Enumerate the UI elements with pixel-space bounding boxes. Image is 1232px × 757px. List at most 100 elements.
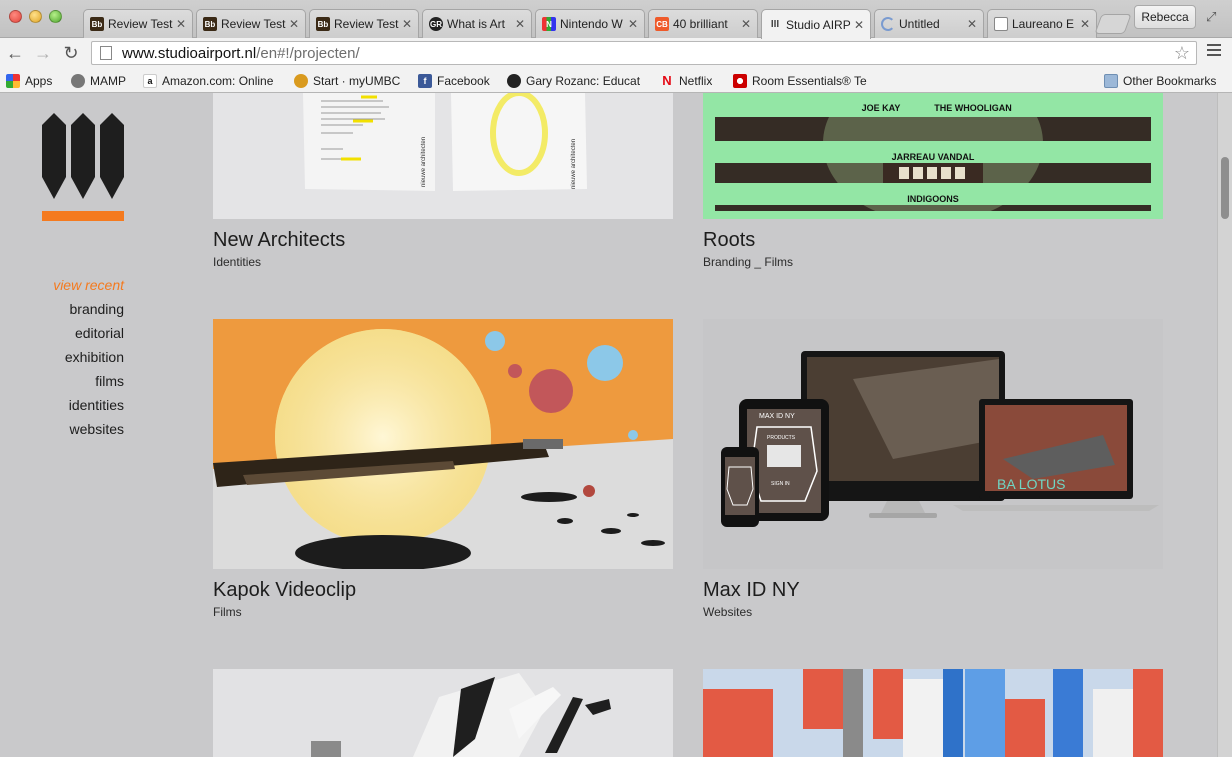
close-tab-icon[interactable]: ✕ (741, 17, 751, 31)
creative-bloq-icon: CB (655, 17, 669, 31)
close-tab-icon[interactable]: ✕ (176, 17, 186, 31)
apps-grid-icon (6, 73, 20, 88)
bookmark-label: Gary Rozanc: Educat (526, 73, 641, 88)
thumbnail-image: BA LOTUS MAX ID NY PRODUCTS SIGN IN (721, 351, 1159, 527)
fullscreen-icon[interactable]: ⤢ (1206, 9, 1216, 25)
project-category: Films (213, 605, 242, 619)
project-thumbnail-max-id-ny[interactable]: BA LOTUS MAX ID NY PRODUCTS SIGN IN (703, 319, 1163, 569)
tab-title: Review Test (221, 17, 286, 31)
close-tab-icon[interactable]: ✕ (854, 18, 864, 32)
window-close-button[interactable] (9, 10, 22, 23)
window-maximize-button[interactable] (49, 10, 62, 23)
tab-title: Laureano E (1012, 17, 1075, 31)
project-title[interactable]: Kapok Videoclip (213, 579, 356, 602)
netflix-icon: N (662, 73, 672, 88)
close-tab-icon[interactable]: ✕ (289, 17, 299, 31)
nav-item-editorial[interactable]: editorial (20, 321, 124, 345)
nintendo-icon: N (542, 17, 556, 31)
blackboard-icon: Bb (90, 17, 104, 31)
bookmark-room-essentials[interactable]: Room Essentials® Te (733, 72, 867, 89)
browser-tab[interactable]: CB 40 brilliant ✕ (648, 9, 758, 38)
project-thumbnail-roots[interactable]: JOE KAY THE WHOOLIGAN JARREAU VANDAL IND… (703, 93, 1163, 219)
studio-airport-logo[interactable] (42, 113, 124, 221)
nav-item-films[interactable]: films (20, 369, 124, 393)
project-title[interactable]: Roots (703, 229, 755, 252)
nav-item-view-recent[interactable]: view recent (20, 273, 124, 297)
tab-title: Nintendo W (560, 17, 623, 31)
close-tab-icon[interactable]: ✕ (967, 17, 977, 31)
bookmark-gary-rozanc[interactable]: Gary Rozanc: Educat (507, 72, 641, 89)
forward-arrow-icon[interactable]: → (32, 42, 54, 64)
project-thumbnail-next-2[interactable] (703, 669, 1163, 757)
close-tab-icon[interactable]: ✕ (1080, 17, 1090, 31)
new-tab-button[interactable] (1094, 14, 1132, 34)
bookmark-mamp[interactable]: MAMP (71, 72, 126, 89)
nav-item-branding[interactable]: branding (20, 297, 125, 321)
products-text: PRODUCTS (767, 435, 796, 441)
browser-tab[interactable]: Bb Review Test ✕ (83, 9, 193, 38)
studio-airport-icon: III (770, 19, 780, 30)
project-thumbnail-new-architects[interactable]: nieuwe architecten nieuwe architecten (213, 93, 673, 219)
roots-line-4: INDIGOONS (907, 194, 959, 204)
nav-item-exhibition[interactable]: exhibition (20, 345, 124, 369)
browser-tab[interactable]: GR What is Art ✕ (422, 9, 532, 38)
paw-icon (294, 73, 308, 88)
bookmark-star-icon[interactable]: ☆ (1174, 43, 1190, 64)
bookmark-myumbc[interactable]: Start · myUMBC (294, 72, 400, 89)
bookmark-amazon[interactable]: a Amazon.com: Online (143, 72, 278, 89)
close-tab-icon[interactable]: ✕ (628, 17, 638, 31)
nav-item-websites[interactable]: websites (20, 417, 124, 441)
vertical-scrollbar[interactable] (1217, 93, 1232, 757)
thumbnail-image (213, 319, 673, 569)
browser-tab[interactable]: N Nintendo W ✕ (535, 9, 645, 38)
bookmark-label: Amazon.com: Online (162, 73, 274, 88)
back-arrow-icon[interactable]: ← (4, 42, 26, 64)
project-title[interactable]: New Architects (213, 229, 345, 252)
page-icon (100, 46, 112, 60)
blackboard-icon: Bb (203, 17, 217, 31)
bookmark-apps[interactable]: Apps (6, 72, 52, 89)
thumbnail-image (703, 669, 1163, 757)
amazon-icon: a (143, 73, 157, 88)
thumbnail-image: JOE KAY THE WHOOLIGAN JARREAU VANDAL IND… (703, 93, 1163, 219)
browser-toolbar: ← → ↻ www.studioairport.nl/en#!/projecte… (0, 38, 1232, 68)
facebook-icon: f (418, 73, 432, 88)
bookmark-label: Facebook (437, 73, 490, 88)
project-thumbnail-next-1[interactable] (213, 669, 673, 757)
browser-tab[interactable]: Untitled ✕ (874, 9, 984, 38)
browser-chrome: Bb Review Test ✕ Bb Review Test ✕ Bb Rev… (0, 0, 1232, 93)
document-icon (994, 17, 1008, 31)
address-bar[interactable]: www.studioairport.nl/en#!/projecten/ ☆ (91, 41, 1197, 65)
url-path: /en#!/projecten/ (256, 44, 360, 62)
reload-icon[interactable]: ↻ (60, 42, 82, 64)
max-brand-text: MAX ID NY (759, 413, 795, 420)
other-bookmarks[interactable]: Other Bookmarks (1104, 72, 1216, 89)
signin-text: SIGN IN (771, 481, 790, 487)
hamburger-menu-icon[interactable] (1207, 44, 1221, 58)
logo-arrows-icon (42, 113, 124, 199)
bookmark-netflix[interactable]: N Netflix (660, 72, 712, 89)
window-minimize-button[interactable] (29, 10, 42, 23)
browser-tab[interactable]: Bb Review Test ✕ (309, 9, 419, 38)
tab-title: 40 brilliant (673, 17, 728, 31)
bookmark-facebook[interactable]: f Facebook (418, 72, 490, 89)
project-title[interactable]: Max ID NY (703, 579, 800, 602)
tab-title: Review Test (334, 17, 399, 31)
roots-line-1: JOE KAY (862, 103, 901, 113)
thumbnail-image (311, 673, 611, 757)
project-thumbnail-kapok-videoclip[interactable] (213, 319, 673, 569)
browser-tab-active[interactable]: III Studio AIRP ✕ (761, 9, 871, 39)
browser-tab[interactable]: Laureano E ✕ (987, 9, 1097, 38)
close-tab-icon[interactable]: ✕ (515, 17, 525, 31)
profile-button[interactable]: Rebecca (1134, 5, 1196, 29)
scrollbar-thumb[interactable] (1221, 157, 1229, 219)
project-category: Identities (213, 255, 262, 269)
lotus-text: BA LOTUS (997, 476, 1065, 492)
tab-title: Untitled (899, 17, 940, 31)
nav-item-identities[interactable]: identities (20, 393, 124, 417)
close-tab-icon[interactable]: ✕ (402, 17, 412, 31)
bookmarks-bar: Apps MAMP a Amazon.com: Online Start · m… (0, 68, 1232, 93)
thumbnail-image: nieuwe architecten nieuwe architecten (303, 93, 587, 191)
browser-tab[interactable]: Bb Review Test ✕ (196, 9, 306, 38)
blackboard-icon: Bb (316, 17, 330, 31)
